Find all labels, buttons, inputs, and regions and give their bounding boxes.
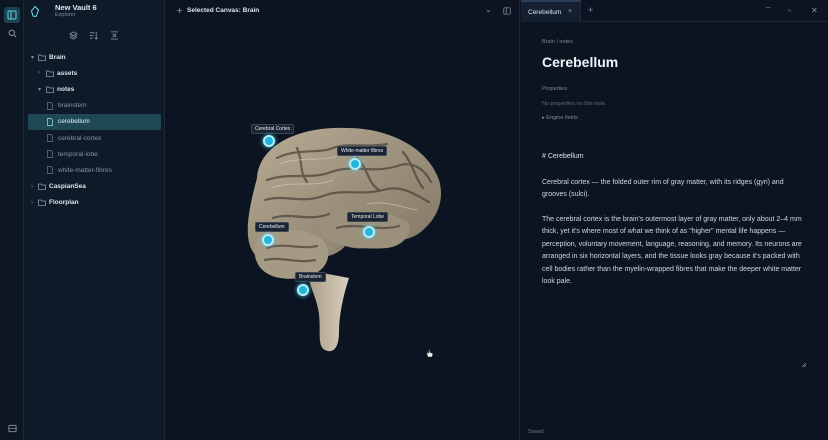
tree-file-temporal-lobe[interactable]: temporal-lobe: [24, 146, 165, 162]
pin-marker-icon: [262, 234, 274, 246]
tree-label: white-matter-fibres: [58, 166, 112, 174]
pin-label: White-matter fibres: [337, 146, 388, 156]
tab-cerebellum[interactable]: Cerebellum ×: [521, 0, 581, 22]
chevron-right-icon: ›: [31, 199, 33, 206]
tree-folder-assets[interactable]: › assets: [24, 65, 165, 81]
tree-label: notes: [57, 85, 75, 93]
tree-file-brainstem[interactable]: brainstem: [24, 98, 165, 114]
collapse-icon: [110, 30, 118, 40]
minimize-icon[interactable]: –: [766, 3, 770, 12]
file-icon: [47, 101, 53, 110]
engine-fields-label: Engine fields: [546, 115, 578, 121]
tree-file-cerebellum[interactable]: cerebellum: [28, 113, 161, 130]
canvas-icon: [176, 7, 183, 14]
resize-handle-icon[interactable]: [801, 362, 807, 368]
tree-label: temporal-lobe: [58, 150, 98, 158]
pin-marker-icon: [349, 158, 361, 170]
vault-header[interactable]: New Vault 6 Explorer: [24, 0, 165, 22]
tree-file-cerebral-cortex[interactable]: cerebral-cortex: [24, 130, 165, 146]
search-button[interactable]: [4, 25, 20, 41]
note-paragraph-1[interactable]: Cerebral cortex — the folded outer rim o…: [542, 177, 810, 202]
file-explorer-sidebar: New Vault 6 Explorer ▾ Brain › assets ▾ …: [24, 0, 165, 440]
tree-label: brainstem: [58, 102, 87, 110]
panel-icon: [7, 424, 17, 432]
vault-name: New Vault 6: [55, 3, 97, 12]
folder-icon: [46, 86, 54, 93]
hand-cursor-icon: [426, 349, 433, 358]
close-window-icon[interactable]: ✕: [811, 6, 818, 15]
maximize-icon[interactable]: ▫: [788, 6, 791, 15]
canvas-header: Selected Canvas: Brain ⌄: [165, 0, 520, 22]
tree-folder-notes[interactable]: ▾ notes: [24, 81, 165, 97]
layers-icon: [68, 30, 78, 40]
close-tab-icon[interactable]: ×: [568, 8, 572, 15]
sort-icon: [89, 31, 98, 40]
tree-folder-floorplan[interactable]: › Floorplan: [24, 195, 165, 211]
chevron-right-icon: ›: [31, 183, 33, 190]
folder-icon: [46, 70, 54, 77]
pin-label: Brainstem: [295, 272, 326, 282]
canvas-menu-chevron-icon[interactable]: ⌄: [485, 5, 492, 14]
vault-subtitle: Explorer: [55, 12, 76, 18]
pin-marker-icon: [297, 284, 309, 296]
pin-label: Cerebral Cortex: [251, 124, 295, 134]
vault-logo-icon: [30, 6, 40, 17]
pin-marker-icon: [263, 135, 275, 147]
tree-file-white-matter-fibres[interactable]: white-matter-fibres: [24, 162, 165, 178]
tab-bar: Cerebellum × + – ▫ ✕: [520, 0, 828, 22]
note-title[interactable]: Cerebellum: [542, 54, 618, 70]
sort-button[interactable]: [87, 29, 99, 41]
folder-icon: [38, 183, 46, 190]
tree-label: Floorplan: [49, 199, 79, 207]
new-tab-icon[interactable]: +: [588, 5, 593, 15]
properties-empty-text: No properties on this note.: [542, 101, 607, 107]
file-tree: ▾ Brain › assets ▾ notes brainstem cereb…: [24, 49, 165, 211]
chevron-down-icon: ▾: [38, 86, 42, 93]
tree-label: cerebral-cortex: [58, 134, 102, 142]
help-button[interactable]: [4, 420, 20, 436]
file-icon: [47, 166, 53, 175]
note-paragraph-2[interactable]: The cerebral cortex is the brain's outer…: [542, 214, 810, 288]
file-icon: [47, 150, 53, 159]
engine-fields-toggle[interactable]: ▸ Engine fields: [542, 115, 578, 121]
file-icon: [47, 117, 53, 126]
split-view-button[interactable]: [503, 7, 511, 15]
note-pane: Cerebellum × + – ▫ ✕ Brain / notes Cereb…: [520, 0, 828, 440]
markdown-heading[interactable]: # Cerebellum: [542, 153, 584, 160]
chevron-right-icon: ›: [38, 70, 40, 77]
canvas-pane[interactable]: Selected Canvas: Brain ⌄ Cerebral Cortex…: [165, 0, 520, 440]
pin-marker-icon: [363, 226, 375, 238]
tree-folder-caspiansea[interactable]: › CaspianSea: [24, 179, 165, 195]
new-note-button[interactable]: [67, 29, 79, 41]
status-saved: Saved: [528, 429, 544, 435]
properties-heading: Properties: [542, 86, 568, 92]
left-ribbon: [0, 0, 24, 440]
chevron-down-icon: ▾: [31, 54, 35, 61]
search-icon: [8, 29, 16, 37]
canvas-title: Selected Canvas: Brain: [187, 7, 260, 14]
folder-icon: [38, 54, 46, 61]
pin-label: Temporal Lobe: [347, 212, 389, 222]
breadcrumb[interactable]: Brain / notes: [542, 39, 573, 45]
tree-label: CaspianSea: [49, 183, 86, 191]
collapse-all-button[interactable]: [108, 29, 120, 41]
tree-label: Brain: [49, 53, 66, 61]
tree-label: assets: [57, 69, 78, 77]
tree-folder-brain[interactable]: ▾ Brain: [24, 49, 165, 65]
file-icon: [47, 134, 53, 142]
tab-label: Cerebellum: [528, 9, 562, 16]
sidebar-toggle-button[interactable]: [4, 7, 20, 23]
sidebar-toggle-icon: [7, 10, 17, 20]
folder-icon: [38, 199, 46, 207]
brain-3d-model[interactable]: Cerebral Cortex White-matter fibres Temp…: [237, 118, 447, 354]
explorer-toolbar: [24, 29, 165, 41]
tree-label: cerebellum: [58, 118, 90, 126]
pin-label: Cerebellum: [255, 222, 289, 232]
